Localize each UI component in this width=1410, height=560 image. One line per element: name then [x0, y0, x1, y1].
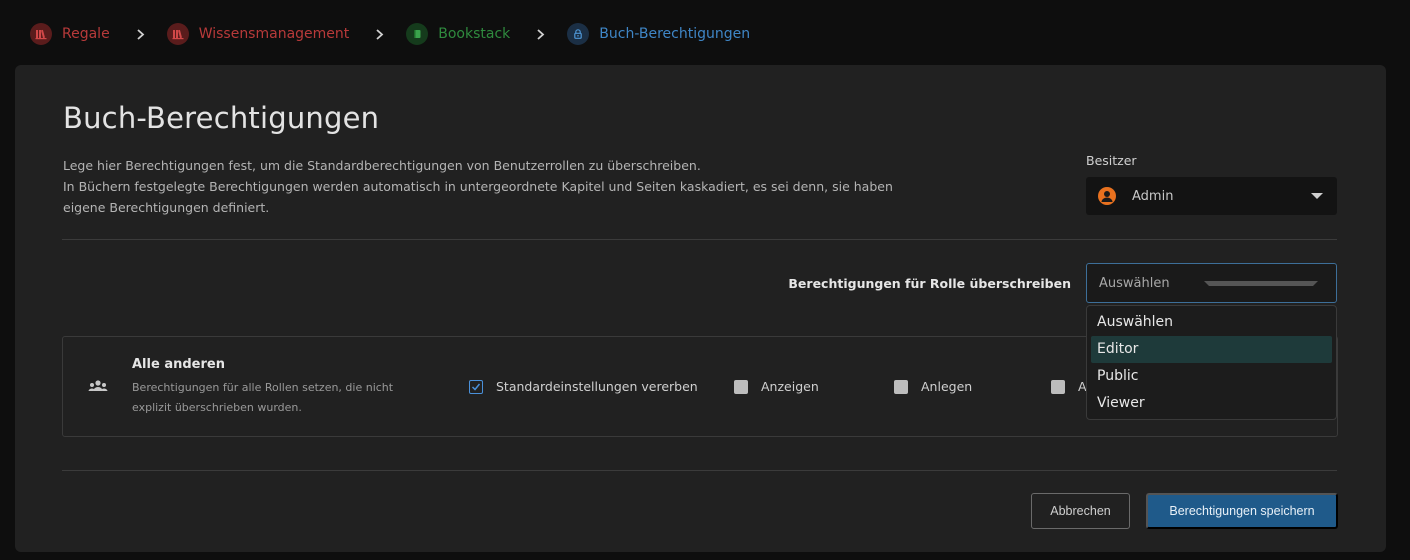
role-option-auswaehlen[interactable]: Auswählen [1091, 309, 1332, 336]
checkbox-icon[interactable] [734, 379, 748, 394]
checkbox-label: Standardeinstellungen vererben [496, 379, 698, 394]
breadcrumb-item-bookstack[interactable]: Bookstack [406, 23, 510, 45]
breadcrumb-label: Buch-Berechtigungen [599, 26, 751, 42]
breadcrumb-label: Wissensmanagement [198, 26, 350, 42]
breadcrumb-label: Regale [62, 26, 110, 42]
checkbox-label: Anlegen [921, 379, 973, 394]
role-override-label: Berechtigungen für Rolle überschreiben [788, 276, 1071, 291]
chevron-down-icon [1311, 193, 1323, 199]
breadcrumb-item-wissensmanagement[interactable]: Wissensmanagement [166, 23, 350, 45]
chevron-right-icon [136, 28, 145, 40]
user-avatar-icon [1098, 187, 1116, 205]
role-dropdown-menu: Auswählen Editor Public Viewer [1086, 305, 1337, 420]
role-option-public[interactable]: Public [1091, 363, 1332, 390]
breadcrumb-item-regale[interactable]: Regale [30, 23, 110, 45]
owner-name: Admin [1132, 188, 1174, 204]
checkbox-icon[interactable] [894, 379, 908, 394]
permission-partial-checkbox[interactable]: A [1051, 379, 1087, 394]
owner-select[interactable]: Admin [1086, 177, 1337, 215]
row-description: Berechtigungen für alle Rollen setzen, d… [132, 381, 394, 414]
permissions-card: Buch-Berechtigungen Lege hier Berechtigu… [15, 65, 1386, 552]
breadcrumb-label: Bookstack [438, 26, 511, 42]
breadcrumb-item-buch-berechtigungen[interactable]: Buch-Berechtigungen [567, 23, 750, 45]
chevron-right-icon [375, 28, 384, 40]
role-option-editor[interactable]: Editor [1091, 336, 1332, 363]
divider [62, 239, 1337, 240]
checkbox-checked-icon[interactable] [469, 379, 483, 394]
inherit-defaults-checkbox[interactable]: Standardeinstellungen vererben [469, 379, 698, 394]
role-override-select[interactable]: Auswählen [1086, 263, 1337, 303]
breadcrumb: Regale Wissensmanagement Bookstack Buch-… [30, 22, 750, 46]
book-icon [406, 23, 429, 45]
owner-label: Besitzer [1086, 153, 1137, 168]
checkbox-label: Anzeigen [761, 379, 819, 394]
role-option-viewer[interactable]: Viewer [1091, 390, 1332, 417]
role-select-value: Auswählen [1099, 275, 1170, 291]
description-line: In Büchern festgelegte Berechtigungen we… [63, 179, 893, 215]
checkbox-icon[interactable] [1051, 379, 1065, 394]
shelves-icon [166, 23, 189, 45]
save-permissions-button[interactable]: Berechtigungen speichern [1146, 493, 1338, 529]
users-group-icon [88, 379, 108, 393]
shelves-icon [30, 23, 52, 45]
description-line: Lege hier Berechtigungen fest, um die St… [63, 158, 701, 173]
chevron-right-icon [536, 28, 545, 40]
page-description: Lege hier Berechtigungen fest, um die St… [63, 155, 923, 218]
permission-create-checkbox[interactable]: Anlegen [894, 379, 972, 394]
page-title: Buch-Berechtigungen [63, 101, 380, 135]
divider [62, 470, 1337, 471]
chevron-down-icon [1203, 280, 1318, 286]
cancel-button[interactable]: Abbrechen [1031, 493, 1130, 529]
lock-icon [567, 23, 590, 45]
permission-view-checkbox[interactable]: Anzeigen [734, 379, 819, 394]
row-title: Alle anderen [132, 357, 225, 372]
